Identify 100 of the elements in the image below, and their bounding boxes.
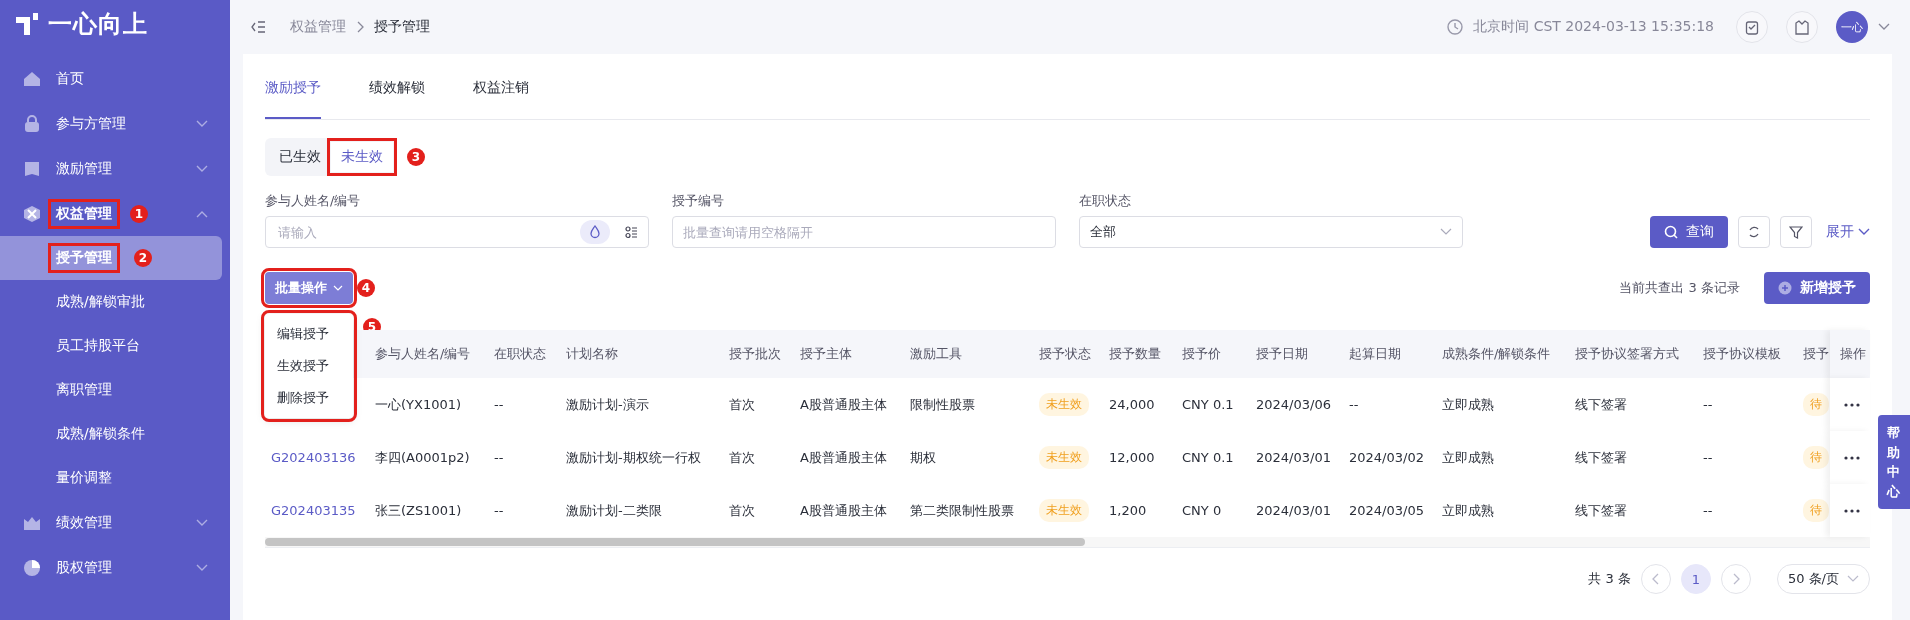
nav-subitem[interactable]: 授予管理 2: [0, 236, 222, 280]
caret-icon: [1878, 23, 1890, 31]
total-count: 共 3 条: [1588, 570, 1631, 588]
tab[interactable]: 绩效解锁: [369, 79, 425, 119]
nav-subitem[interactable]: 离职管理: [0, 368, 222, 412]
table-cell: 立即成熟: [1442, 501, 1494, 520]
clock-icon: [1447, 19, 1464, 35]
expand-link[interactable]: 展开: [1826, 223, 1870, 241]
nav-subitem[interactable]: 成熟/解锁审批: [0, 280, 222, 324]
more-icon: [1844, 455, 1860, 460]
chevron-down-icon: [1858, 228, 1870, 236]
table-cell: A股普通股主体: [800, 501, 887, 520]
lock-icon: [22, 113, 42, 134]
more-icon: [1844, 402, 1860, 407]
table-cell: 限制性股票: [910, 395, 975, 414]
status-tab[interactable]: 已生效: [269, 142, 331, 172]
refresh-icon: [1747, 225, 1761, 239]
table-cell: --: [494, 450, 504, 465]
table-cell: CNY 0: [1182, 503, 1222, 518]
table-cell: 首次: [729, 448, 755, 467]
chevron-down-icon: [1440, 228, 1452, 236]
callout-badge: 3: [407, 148, 425, 166]
filter-button[interactable]: [1780, 216, 1812, 248]
page-button[interactable]: 1: [1680, 564, 1711, 594]
clipboard-button[interactable]: [1736, 11, 1768, 43]
column-header: 授予主体: [799, 345, 853, 363]
table-cell: 2024/03/02: [1349, 450, 1424, 465]
plus-circle-icon: [1778, 281, 1792, 295]
table-cell: 激励计划-期权统一行权: [566, 448, 701, 467]
menu-item[interactable]: 编辑授予: [265, 318, 353, 350]
table-cell: 线下签署: [1575, 448, 1627, 467]
table-cell: 首次: [729, 501, 755, 520]
nav-item[interactable]: 股权管理: [0, 545, 230, 590]
avatar[interactable]: 一心: [1836, 11, 1868, 43]
menu-item[interactable]: 生效授予: [265, 350, 353, 382]
status-tag: 未生效: [1039, 446, 1089, 469]
table-cell: A股普通股主体: [800, 448, 887, 467]
status-tag: 待: [1803, 499, 1829, 522]
callout-badge: 2: [134, 249, 152, 267]
nav-subitem[interactable]: 成熟/解锁条件: [0, 412, 222, 456]
logo-text: 一心向上: [48, 9, 148, 40]
text-field[interactable]: 批量查询请用空格隔开: [672, 216, 1056, 248]
field-label: 在职状态: [1079, 192, 1132, 210]
column-header: 激励工具: [909, 345, 963, 363]
select-field[interactable]: 全部: [1079, 216, 1463, 248]
shirt-icon: [1794, 19, 1810, 35]
nav-item[interactable]: 激励管理: [0, 146, 230, 191]
menu-item[interactable]: 删除授予: [265, 382, 353, 414]
shirt-button[interactable]: [1786, 11, 1818, 43]
nav-item[interactable]: 权益管理 1: [0, 191, 230, 236]
table-cell: 张三(ZS1001): [375, 501, 462, 520]
tab[interactable]: 激励授予: [265, 79, 321, 119]
pie-icon: [22, 557, 42, 578]
table-cell: 立即成熟: [1442, 395, 1494, 414]
drop-button[interactable]: [580, 220, 610, 244]
grant-link[interactable]: G202403136: [271, 450, 356, 465]
table-cell: 24,000: [1109, 397, 1155, 412]
table-cell: 李四(A0001p2): [375, 448, 470, 467]
column-header: 起算日期: [1348, 345, 1402, 363]
nav-subitem[interactable]: 量价调整: [0, 456, 222, 500]
table-cell: --: [1703, 503, 1713, 518]
column-header: 成熟条件/解锁条件: [1441, 345, 1552, 363]
drop-icon: [588, 225, 602, 239]
status-tag: 未生效: [1039, 393, 1089, 416]
chevron-right-icon: [356, 21, 364, 33]
tab[interactable]: 权益注销: [473, 79, 529, 119]
help-center-tab[interactable]: 帮助中心: [1878, 415, 1910, 509]
table-cell: 线下签署: [1575, 395, 1627, 414]
table-cell: --: [494, 503, 504, 518]
chevron-left-icon: [1651, 573, 1660, 585]
table-cell: 激励计划-演示: [566, 395, 649, 414]
table-cell: 1,200: [1109, 503, 1147, 518]
logo-icon: [14, 11, 40, 37]
table-cell: A股普通股主体: [800, 395, 887, 414]
callout-badge: 4: [357, 279, 375, 297]
search-button[interactable]: 查询: [1650, 216, 1728, 248]
breadcrumb-item[interactable]: 权益管理: [290, 18, 346, 36]
table-cell: --: [494, 397, 504, 412]
table-cell: --: [1703, 450, 1713, 465]
nav-item[interactable]: 参与方管理: [0, 101, 230, 146]
nav-subitem[interactable]: 员工持股平台: [0, 324, 222, 368]
shield-icon: [22, 203, 42, 224]
table-cell: --: [1349, 397, 1359, 412]
table-cell: --: [1703, 397, 1713, 412]
callout-badge: 1: [130, 204, 148, 223]
nav-item[interactable]: 绩效管理: [0, 500, 230, 545]
table-cell: 2024/03/05: [1349, 503, 1424, 518]
scrollbar-thumb[interactable]: [265, 538, 1085, 546]
status-tag: 待: [1803, 393, 1829, 416]
search-icon: [1664, 225, 1678, 239]
column-header: 授予批次: [728, 345, 782, 363]
grant-link[interactable]: G202403135: [271, 503, 356, 518]
table-cell: 12,000: [1109, 450, 1155, 465]
add-grant-button[interactable]: 新增授予: [1764, 272, 1870, 304]
search-field[interactable]: 请输入: [265, 216, 649, 248]
nav-item[interactable]: 首页: [0, 56, 230, 101]
table-cell: 第二类限制性股票: [910, 501, 1014, 520]
table-cell: 首次: [729, 395, 755, 414]
column-header: 操作: [1830, 330, 1870, 378]
filter-icon: [1789, 225, 1803, 239]
